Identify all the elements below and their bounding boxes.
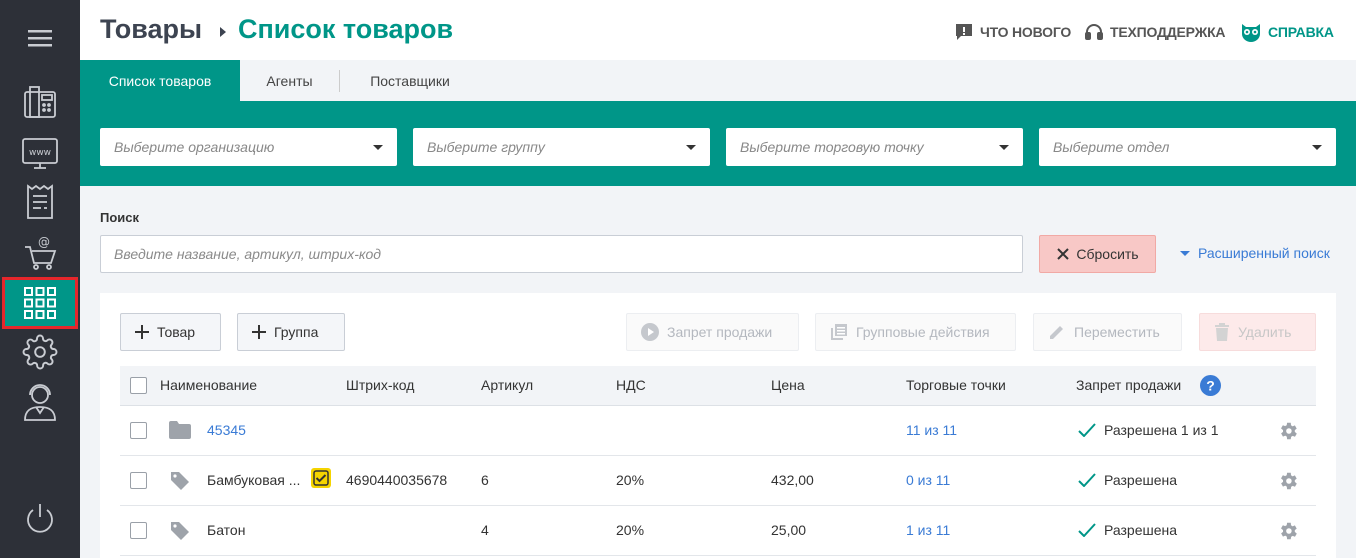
row-shops-link[interactable]: 11 из 11 [906,422,957,438]
row-name[interactable]: Батон [207,522,245,538]
tag-icon [171,522,189,540]
close-icon [1057,248,1070,260]
plus-icon [252,325,266,339]
search-label: Поиск [100,210,140,225]
cart-icon[interactable]: @ [0,232,80,272]
tab-suppliers[interactable]: Поставщики [340,60,480,101]
column-barcode[interactable]: Штрих-код [346,377,414,393]
calculator-icon[interactable] [0,82,80,122]
caret-down-icon [1180,250,1190,256]
search-input[interactable] [100,235,1023,273]
row-price: 25,00 [771,522,807,538]
pencil-icon [1050,326,1063,339]
tab-bar: Список товаров Агенты Поставщики [80,60,1356,101]
move-button[interactable]: Переместить [1033,313,1182,351]
row-sale-status: Разрешена [1078,522,1177,538]
department-select[interactable]: Выберите отдел [1039,128,1336,166]
column-article[interactable]: Артикул [481,377,533,393]
reset-button[interactable]: Сбросить [1039,235,1156,273]
row-barcode: 4690440035678 [346,472,448,488]
check-icon [1078,423,1096,437]
row-checkbox[interactable] [130,422,147,439]
tab-product-list[interactable]: Список товаров [80,60,240,101]
folder-icon [169,421,191,439]
support-agent-icon[interactable] [0,380,80,424]
help-circle-icon[interactable]: ? [1200,375,1221,396]
headset-icon [1085,24,1103,40]
add-product-button[interactable]: Товар [120,313,221,351]
plus-icon [135,325,149,339]
stack-icon [831,324,847,340]
chat-icon [956,24,972,40]
receipt-icon[interactable] [0,182,80,222]
sidebar: www @ [0,0,80,558]
grid-icon[interactable] [0,282,80,324]
tab-agents[interactable]: Агенты [240,60,339,101]
caret-down-icon [999,145,1009,150]
breadcrumb-separator-icon [220,27,226,37]
owl-icon [1242,24,1260,42]
row-settings-gear-icon[interactable] [1277,420,1299,442]
column-vat[interactable]: НДС [616,377,646,393]
column-price[interactable]: Цена [771,377,805,393]
check-icon [1078,523,1096,537]
play-circle-icon [641,323,659,341]
row-price: 432,00 [771,472,814,488]
group-actions-button[interactable]: Групповые действия [815,313,1016,351]
caret-down-icon [686,145,696,150]
table-row[interactable]: 45345 11 из 11 Разрешена 1 из 1 [120,406,1316,456]
ban-sale-button[interactable]: Запрет продажи [626,313,799,351]
tag-icon [171,472,189,490]
table-header: Наименование Штрих-код Артикул НДС Цена … [120,366,1316,406]
www-icon[interactable]: www [0,133,80,173]
check-icon [1078,473,1096,487]
caret-down-icon [373,145,383,150]
column-shops[interactable]: Торговые точки [906,377,1006,393]
row-shops-link[interactable]: 1 из 11 [906,522,950,538]
table-row[interactable]: Батон 4 20% 25,00 1 из 11 Разрешена [120,506,1316,556]
row-vat: 20% [616,472,645,488]
svg-text:www: www [29,148,51,158]
row-name-link[interactable]: 45345 [207,422,246,438]
row-vat: 20% [616,522,645,538]
trash-icon [1215,323,1229,341]
row-name[interactable]: Бамбуковая ... [207,472,300,488]
marking-badge-icon [311,468,331,488]
advanced-search-link[interactable]: Расширенный поиск [1180,245,1330,261]
gear-icon[interactable] [0,332,80,372]
breadcrumb-root[interactable]: Товары [100,14,202,45]
row-settings-gear-icon[interactable] [1277,520,1299,542]
filter-bar: Выберите организацию Выберите группу Выб… [80,101,1356,186]
row-sale-status: Разрешена 1 из 1 [1078,422,1219,438]
support-link[interactable]: ТЕХПОДДЕРЖКА [1084,22,1226,42]
header: Товары Список товаров ЧТО НОВОГО ТЕХПОДД… [80,0,1356,60]
shop-select[interactable]: Выберите торговую точку [726,128,1023,166]
column-sale-ban[interactable]: Запрет продажи [1076,377,1181,393]
delete-button[interactable]: Удалить [1199,313,1316,351]
page-title: Список товаров [238,14,454,44]
group-select[interactable]: Выберите группу [413,128,710,166]
svg-text:?: ? [1206,378,1215,394]
help-link[interactable]: СПРАВКА [1240,22,1334,42]
whats-new-link[interactable]: ЧТО НОВОГО [954,22,1071,42]
row-settings-gear-icon[interactable] [1277,470,1299,492]
table-row[interactable]: Бамбуковая ... 4690440035678 6 20% 432,0… [120,456,1316,506]
products-card: Товар Группа Запрет продажи Групповые де… [100,293,1336,558]
column-name[interactable]: Наименование [160,377,257,393]
caret-down-icon [1312,145,1322,150]
row-shops-link[interactable]: 0 из 11 [906,472,950,488]
row-article: 4 [481,522,489,538]
svg-text:@: @ [38,235,50,249]
organization-select[interactable]: Выберите организацию [100,128,397,166]
row-article: 6 [481,472,489,488]
add-group-button[interactable]: Группа [237,313,345,351]
power-icon[interactable] [0,498,80,538]
menu-icon[interactable] [0,22,80,54]
row-sale-status: Разрешена [1078,472,1177,488]
row-checkbox[interactable] [130,472,147,489]
row-checkbox[interactable] [130,522,147,539]
select-all-checkbox[interactable] [130,377,147,394]
